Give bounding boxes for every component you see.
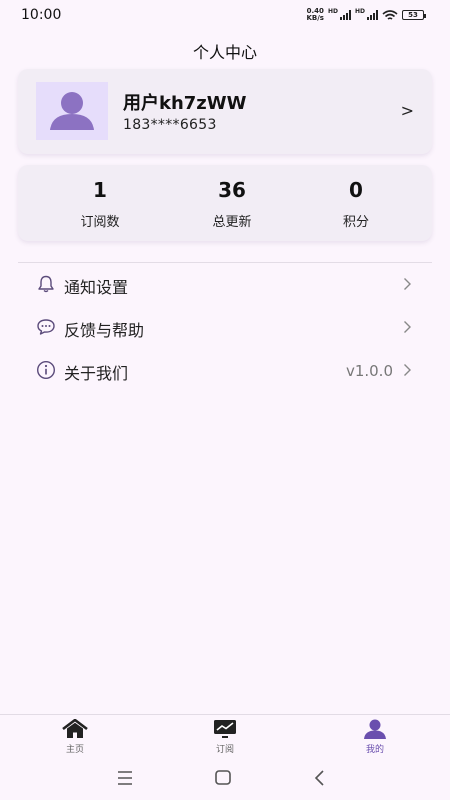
username: 用户kh7zWW	[123, 93, 247, 114]
nav-label: 订阅	[215, 745, 234, 755]
trend-chart-icon	[214, 720, 236, 738]
signal-icon	[339, 10, 351, 20]
menu-item-feedback-help[interactable]: 反馈与帮助	[18, 309, 432, 345]
wifi-icon	[382, 9, 398, 20]
back-chevron-icon[interactable]	[308, 768, 332, 788]
profile-page: 10:00 0.40 KB/s HD HD 53 个人中心 用户kh7zWW 1…	[0, 0, 450, 800]
status-time: 10:00	[21, 7, 62, 23]
nav-tab-home[interactable]: 主页	[35, 719, 115, 759]
info-icon	[36, 360, 56, 380]
home-square-icon[interactable]	[211, 768, 235, 788]
stat-subscriptions[interactable]: 1 订阅数	[50, 177, 150, 230]
nav-tab-mine[interactable]: 我的	[335, 719, 415, 759]
chat-bubble-icon	[37, 319, 55, 335]
menu-item-notification-settings[interactable]: 通知设置	[18, 266, 432, 302]
nav-tab-subscriptions[interactable]: 订阅	[185, 719, 265, 759]
hd-badge: HD	[354, 8, 365, 15]
stat-label: 积分	[342, 215, 369, 230]
avatar	[36, 82, 108, 140]
signal-icon	[367, 10, 378, 20]
home-icon	[62, 719, 88, 738]
battery-icon: 53	[402, 10, 426, 20]
profile-card[interactable]: 用户kh7zWW 183****6653 >	[18, 69, 432, 154]
phone-number: 183****6653	[123, 117, 217, 133]
stat-label: 总更新	[212, 215, 252, 230]
page-title: 个人中心	[192, 43, 257, 62]
bell-icon	[38, 275, 54, 293]
status-bar: 10:00 0.40 KB/s HD HD 53	[0, 0, 450, 30]
status-indicators: 0.40 KB/s HD HD 53	[306, 7, 426, 22]
bottom-nav: 主页 订阅 我的	[0, 714, 450, 760]
menu-label: 反馈与帮助	[64, 321, 145, 340]
chevron-right-icon	[404, 364, 411, 376]
menu-lines-icon[interactable]	[113, 768, 137, 788]
person-icon	[50, 92, 94, 130]
profile-arrow-icon[interactable]: >	[401, 101, 414, 120]
version-label: v1.0.0	[345, 362, 393, 380]
menu-label: 关于我们	[64, 364, 129, 383]
system-nav-bar	[0, 760, 450, 800]
menu-item-about-us[interactable]: 关于我们 v1.0.0	[18, 352, 432, 388]
menu-label: 通知设置	[64, 278, 129, 297]
stat-value: 0	[349, 178, 363, 202]
stat-value: 36	[218, 178, 246, 202]
chevron-right-icon	[404, 278, 411, 290]
chevron-right-icon	[404, 321, 411, 333]
person-icon	[364, 719, 386, 739]
stat-total-updates[interactable]: 36 总更新	[182, 177, 282, 230]
divider	[18, 262, 432, 263]
stat-points[interactable]: 0 积分	[306, 177, 406, 230]
stat-label: 订阅数	[80, 215, 120, 230]
network-speed: 0.40 KB/s	[306, 7, 324, 22]
nav-label: 我的	[365, 745, 384, 755]
hd-badge: HD	[327, 8, 338, 15]
stats-card: 1 订阅数 36 总更新 0 积分	[18, 165, 432, 241]
nav-label: 主页	[65, 745, 84, 755]
stat-value: 1	[93, 178, 107, 202]
